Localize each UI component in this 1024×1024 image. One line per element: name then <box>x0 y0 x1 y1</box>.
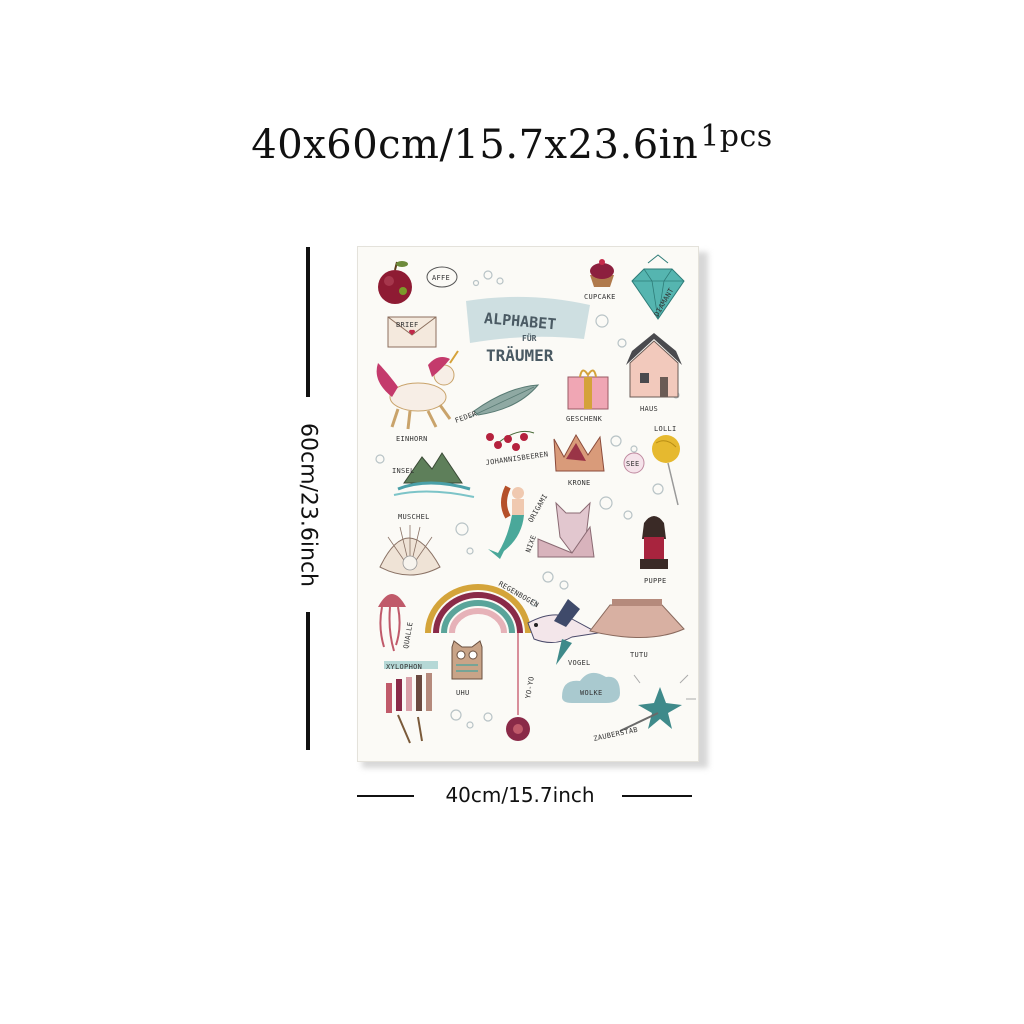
tutu-illustration <box>589 599 685 638</box>
word-einhorn: EINHORN <box>396 435 428 443</box>
feather-illustration <box>469 384 540 418</box>
lollipop-illustration <box>652 435 680 506</box>
alphabet-poster: AFFE CUPCAKE DIAMANT ALPHABET FÜR TRÄUME… <box>357 246 699 762</box>
cloud-illustration <box>562 672 620 703</box>
word-insel: INSEL <box>392 467 415 475</box>
word-cupcake: CUPCAKE <box>584 293 616 301</box>
width-dimension-label: 40cm/15.7inch <box>445 783 595 807</box>
word-xylophon: XYLOPHON <box>386 663 422 671</box>
word-affe: AFFE <box>432 274 450 282</box>
jellyfish-illustration <box>378 594 406 652</box>
word-geschenk: GESCHENK <box>566 415 603 423</box>
apple-illustration <box>378 261 412 304</box>
origami-fox-illustration <box>537 501 595 558</box>
word-see: SEE <box>626 460 640 468</box>
word-tutu: TUTU <box>630 651 648 659</box>
shell-illustration <box>379 525 441 576</box>
currants-illustration <box>486 430 535 451</box>
bird-illustration <box>527 599 600 665</box>
owl-illustration <box>451 640 483 680</box>
word-brief: BRIEF <box>396 321 419 329</box>
doll-illustration <box>640 516 668 569</box>
house-illustration <box>626 333 682 398</box>
word-yoyo: YO-YO <box>524 676 536 700</box>
height-dimension-text: 60cm/23.6inch <box>295 422 321 588</box>
xylophone-illustration <box>384 661 438 744</box>
quantity-text: 1pcs <box>700 119 773 154</box>
word-vogel: VOGEL <box>568 659 591 667</box>
word-muschel: MUSCHEL <box>398 513 430 521</box>
word-puppe: PUPPE <box>644 577 667 585</box>
island-illustration <box>393 452 475 498</box>
poster-title-line3: TRÄUMER <box>486 346 554 365</box>
gift-illustration <box>567 369 609 410</box>
poster-illustrations: AFFE CUPCAKE DIAMANT ALPHABET FÜR TRÄUME… <box>375 254 696 744</box>
word-feder: FEDER <box>454 409 478 424</box>
word-uhu: UHU <box>456 689 470 697</box>
magic-wand-star-illustration <box>619 674 696 732</box>
poster-title-line2: FÜR <box>522 333 537 343</box>
cupcake-illustration <box>590 259 614 287</box>
word-origami: ORIGAMI <box>527 493 550 524</box>
width-dimension-line-right <box>622 795 692 797</box>
width-dimension-line-left <box>357 795 414 797</box>
word-haus: HAUS <box>640 405 658 413</box>
word-zauberstab: ZAUBERSTAB <box>593 726 639 743</box>
word-lolli: LOLLI <box>654 425 677 433</box>
word-wolke: WOLKE <box>580 689 603 697</box>
height-dimension-line-bottom <box>306 612 310 750</box>
size-text: 40x60cm/15.7x23.6in <box>251 122 699 168</box>
mermaid-illustration <box>488 485 524 559</box>
unicorn-illustration <box>376 350 459 430</box>
product-size-headline: 40x60cm/15.7x23.6in1pcs <box>0 119 1024 168</box>
height-dimension-line-top <box>306 247 310 397</box>
word-johannisbeeren: JOHANNISBEEREN <box>485 450 549 467</box>
word-nixe: NIXE <box>524 534 538 554</box>
crown-illustration <box>553 433 605 472</box>
word-qualle: QUALLE <box>402 621 415 649</box>
word-krone: KRONE <box>568 479 591 487</box>
